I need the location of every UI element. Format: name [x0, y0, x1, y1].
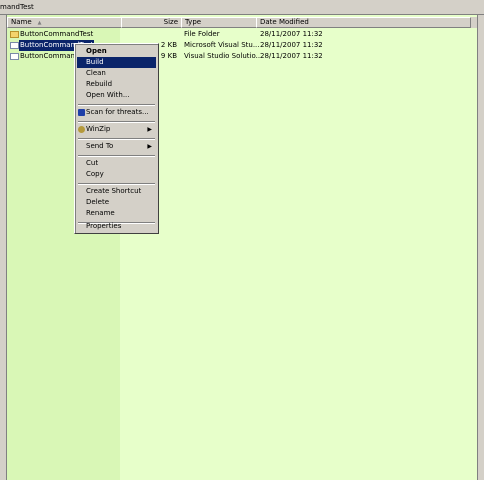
submenu-arrow-icon: ▶	[147, 143, 152, 150]
menu-item-send-to[interactable]: Send To ▶	[77, 141, 156, 152]
menu-item-cut[interactable]: Cut	[77, 158, 156, 169]
column-header-type-label: Type	[185, 18, 202, 26]
sort-ascending-icon: ▲	[37, 20, 42, 26]
menu-item-label: Scan for threats...	[86, 108, 149, 116]
menu-item-delete[interactable]: Delete	[77, 197, 156, 208]
column-header-name-label: Name	[11, 18, 32, 26]
menu-separator	[78, 155, 155, 157]
menu-item-label: Create Shortcut	[86, 187, 142, 195]
solution-file-icon	[10, 53, 19, 60]
menu-separator	[78, 183, 155, 185]
column-header-type[interactable]: Type	[181, 17, 257, 28]
menu-item-label: Delete	[86, 198, 109, 206]
column-header-bar: Name ▲ Size Type Date Modified	[7, 17, 477, 28]
menu-item-label: Properties	[86, 222, 122, 230]
column-header-date-label: Date Modified	[260, 18, 309, 26]
menu-item-label: Open With...	[86, 91, 130, 99]
context-menu: Open Build Clean Rebuild Open With... Sc…	[74, 43, 159, 234]
menu-item-label: Clean	[86, 69, 106, 77]
menu-item-label: Rebuild	[86, 80, 113, 88]
vertical-scrollbar[interactable]	[477, 15, 484, 480]
window-title: mandTest	[0, 3, 34, 11]
menu-item-clean[interactable]: Clean	[77, 68, 156, 79]
menu-item-build[interactable]: Build	[77, 57, 156, 68]
column-header-size[interactable]: Size	[121, 17, 182, 28]
menu-separator	[78, 138, 155, 140]
menu-item-label: Send To	[86, 142, 114, 150]
menu-item-winzip[interactable]: WinZip ▶	[77, 124, 156, 135]
file-date: 28/11/2007 11:32	[260, 41, 323, 49]
menu-item-rename[interactable]: Rename	[77, 208, 156, 219]
shield-icon	[78, 109, 85, 116]
left-frame	[0, 15, 7, 480]
window-title-bar: mandTest	[0, 0, 484, 15]
folder-icon	[10, 31, 19, 38]
menu-item-create-shortcut[interactable]: Create Shortcut	[77, 186, 156, 197]
menu-item-label: WinZip	[86, 125, 111, 133]
column-header-size-label: Size	[163, 18, 178, 26]
project-file-icon	[10, 42, 19, 49]
file-type: Microsoft Visual Stu...	[184, 41, 260, 49]
column-header-date[interactable]: Date Modified	[256, 17, 471, 28]
menu-item-open[interactable]: Open	[77, 46, 156, 57]
submenu-arrow-icon: ▶	[147, 126, 152, 133]
file-date: 28/11/2007 11:32	[260, 52, 323, 60]
menu-item-label: Build	[86, 58, 104, 66]
file-row[interactable]: ButtonCommandTest File Folder 28/11/2007…	[7, 29, 477, 40]
menu-item-rebuild[interactable]: Rebuild	[77, 79, 156, 90]
file-type: File Folder	[184, 30, 220, 38]
menu-item-open-with[interactable]: Open With...	[77, 90, 156, 101]
menu-item-scan-threats[interactable]: Scan for threats...	[77, 107, 156, 118]
menu-separator	[78, 104, 155, 106]
menu-separator	[78, 121, 155, 123]
winzip-icon	[78, 126, 85, 133]
file-name: ButtonCommandTest	[20, 30, 94, 38]
menu-item-label: Rename	[86, 209, 115, 217]
menu-item-label: Copy	[86, 170, 104, 178]
menu-item-properties[interactable]: Properties	[77, 221, 156, 232]
menu-item-copy[interactable]: Copy	[77, 169, 156, 180]
menu-item-label: Cut	[86, 159, 99, 167]
menu-item-label: Open	[86, 47, 107, 55]
column-header-name[interactable]: Name ▲	[7, 17, 122, 28]
file-type: Visual Studio Solutio...	[184, 52, 263, 60]
file-date: 28/11/2007 11:32	[260, 30, 323, 38]
